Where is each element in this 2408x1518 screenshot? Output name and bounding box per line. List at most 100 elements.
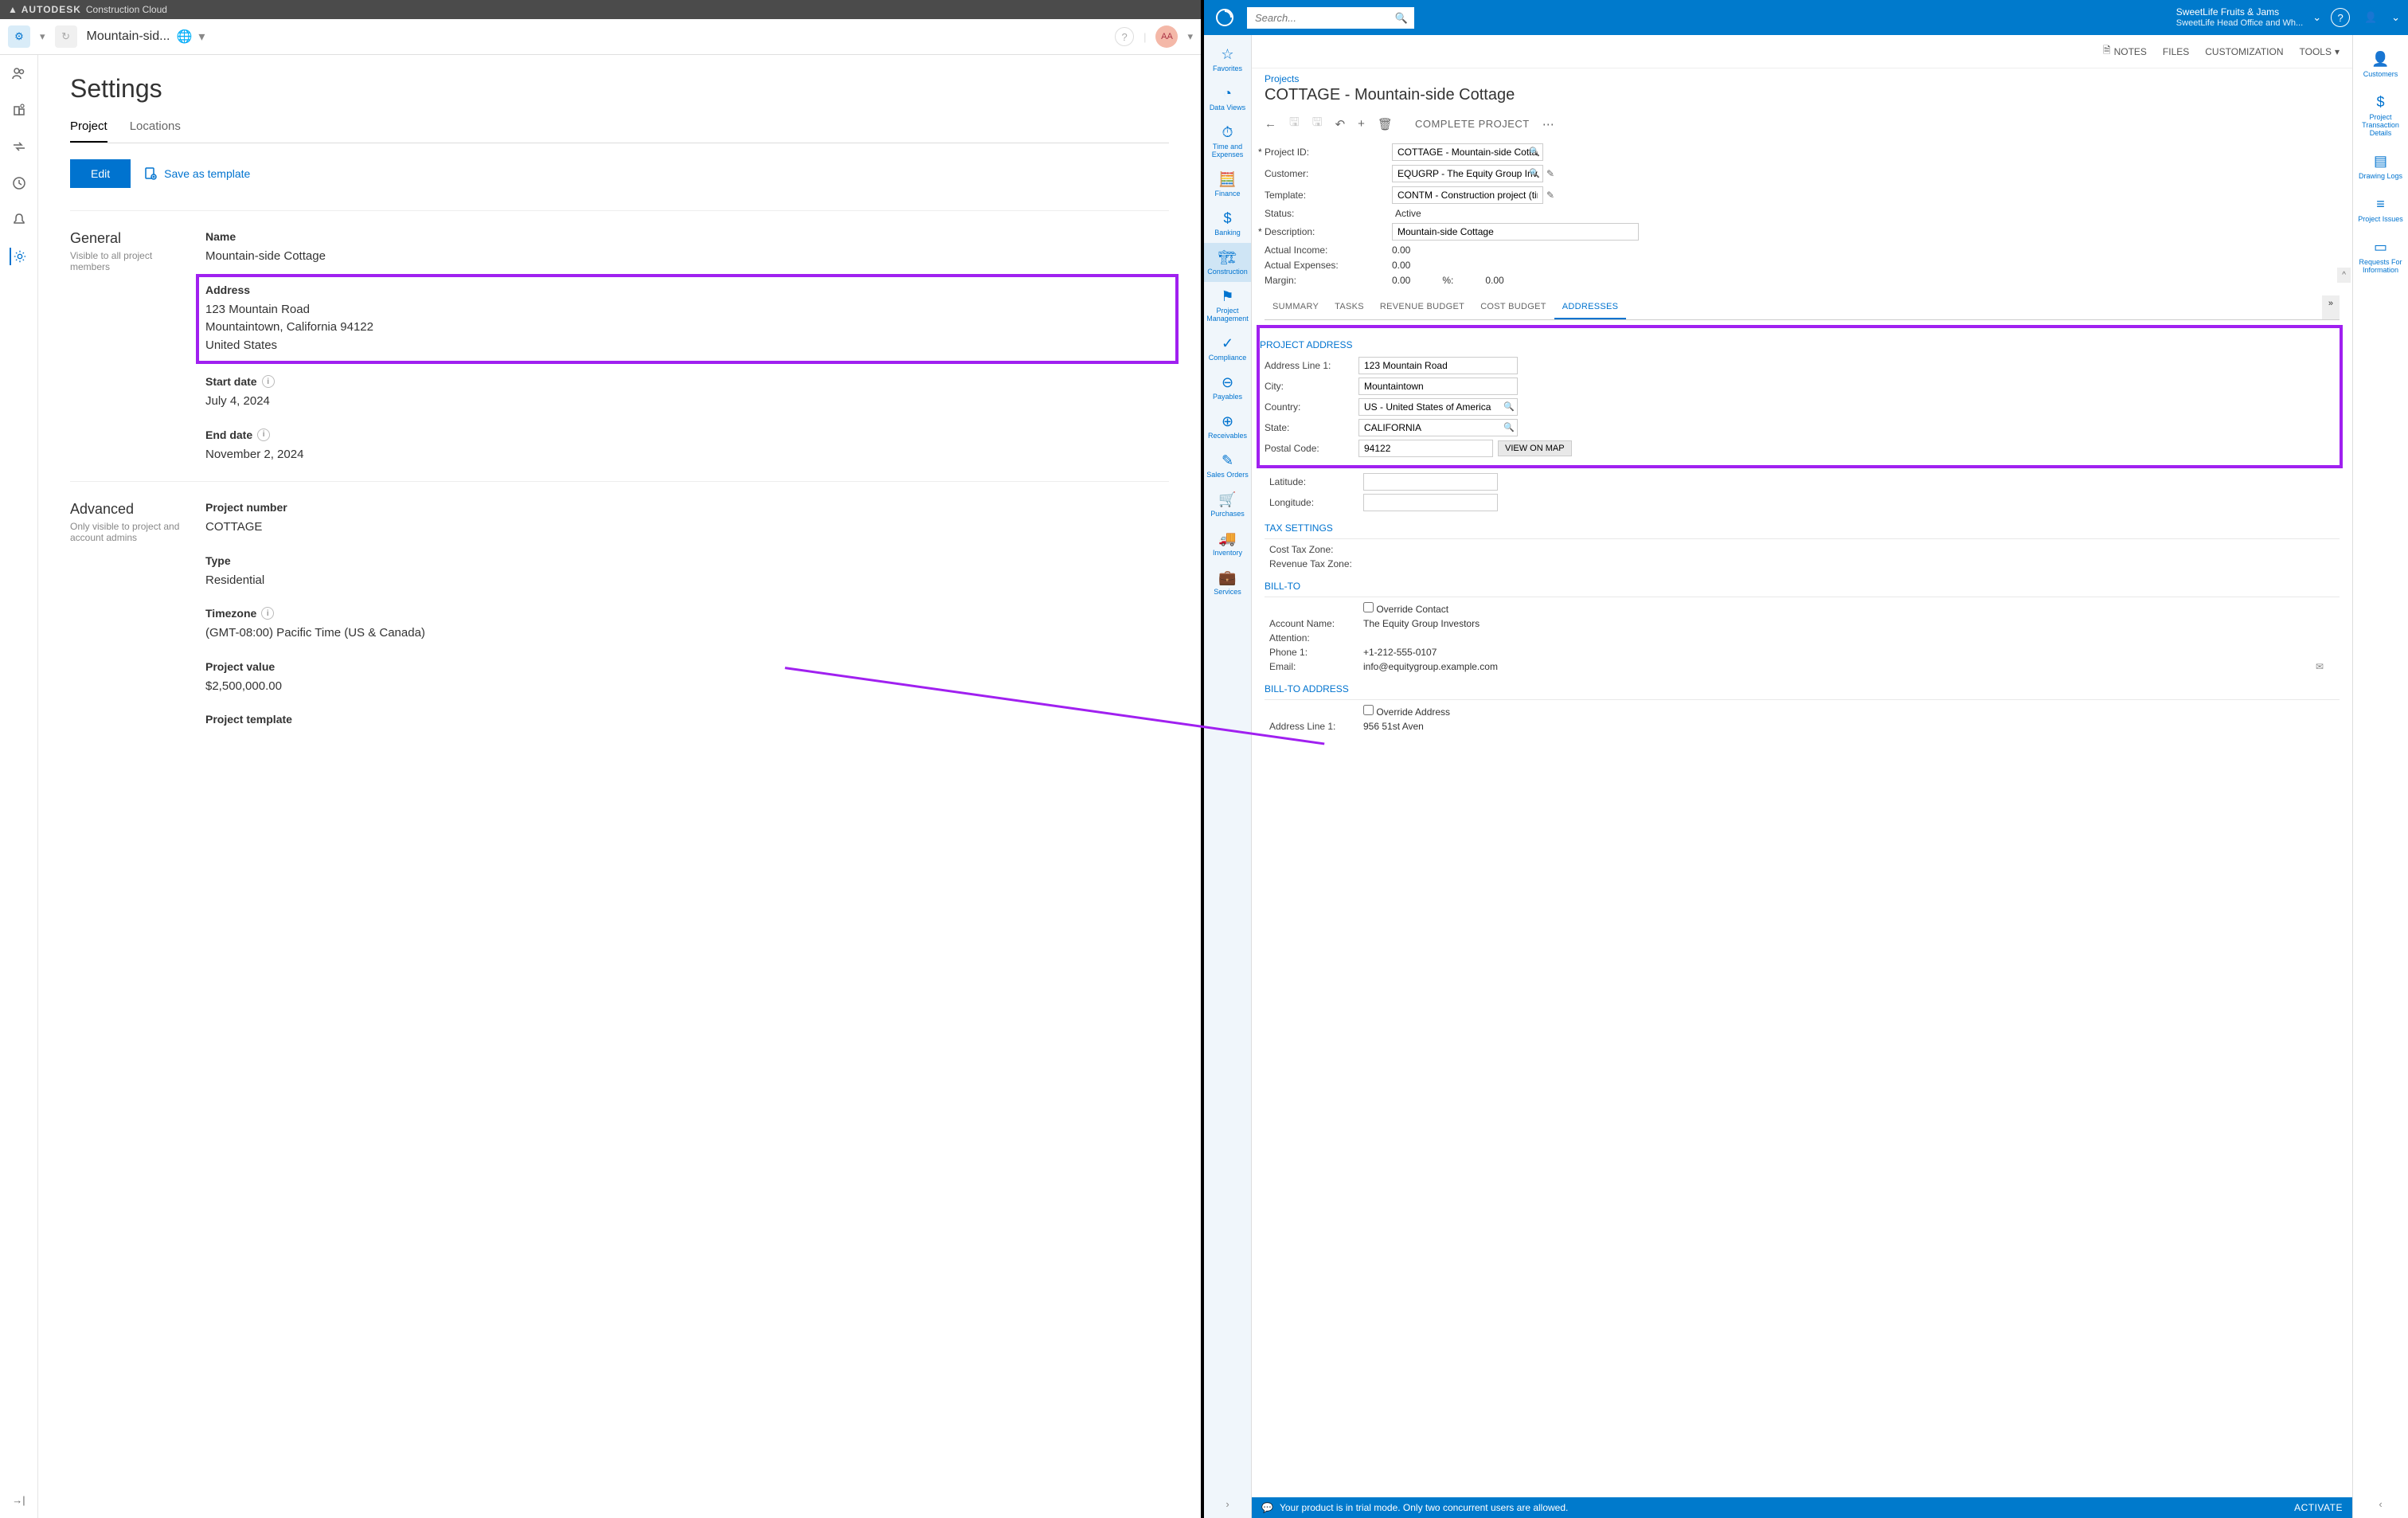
user-icon[interactable]: 👤 — [2359, 6, 2382, 29]
lookup-icon[interactable]: 🔍 — [1503, 401, 1515, 412]
nav-construction[interactable]: 🏗Construction — [1204, 243, 1251, 282]
tabs-overflow-icon[interactable]: » — [2322, 295, 2340, 319]
email-value: info@equitygroup.example.com — [1363, 661, 1498, 672]
tab-tasks[interactable]: TASKS — [1327, 295, 1372, 319]
edit-pencil-icon[interactable]: ✎ — [1546, 190, 1554, 201]
globe-icon[interactable]: 🌐 — [176, 29, 192, 45]
state-input[interactable] — [1358, 419, 1518, 436]
nav-receivables[interactable]: ⊕Receivables — [1204, 407, 1251, 446]
description-input[interactable] — [1392, 223, 1639, 241]
sidepanel-project-transaction-details[interactable]: $Project Transaction Details — [2353, 86, 2408, 145]
help-icon[interactable]: ? — [2331, 8, 2350, 27]
search-box[interactable]: 🔍 — [1247, 7, 1414, 29]
sidepanel-drawing-logs[interactable]: ▤Drawing Logs — [2353, 145, 2408, 188]
customization-button[interactable]: CUSTOMIZATION — [2205, 43, 2283, 60]
sidepanel-customers[interactable]: 👤Customers — [2353, 43, 2408, 86]
user-dropdown-caret[interactable]: ▾ — [1187, 30, 1193, 43]
lookup-icon[interactable]: 🔍 — [1529, 147, 1540, 157]
sidepanel-requests-for-information[interactable]: ▭Requests For Information — [2353, 231, 2408, 282]
nav-payables[interactable]: ⊖Payables — [1204, 368, 1251, 407]
edit-button[interactable]: Edit — [70, 159, 131, 188]
sync-icon[interactable]: ↻ — [55, 25, 77, 48]
nav-sales-orders[interactable]: ✎Sales Orders — [1204, 446, 1251, 485]
addr-line1-input[interactable] — [1358, 357, 1518, 374]
settings-gear-button[interactable]: ⚙ — [8, 25, 30, 48]
user-avatar[interactable]: AA — [1155, 25, 1178, 48]
info-icon[interactable]: i — [257, 428, 270, 441]
city-input[interactable] — [1358, 378, 1518, 395]
mail-icon[interactable]: ✉ — [2316, 661, 2324, 672]
help-icon[interactable]: ? — [1115, 27, 1134, 46]
sidepanel-collapse-icon[interactable]: ‹ — [2371, 1490, 2390, 1518]
sidebar-expand-icon[interactable]: →| — [10, 1491, 28, 1508]
nav-collapse-icon[interactable]: › — [1218, 1490, 1237, 1518]
nav-services[interactable]: 💼Services — [1204, 563, 1251, 602]
sidebar-members-icon[interactable] — [10, 65, 28, 82]
sidebar-companies-icon[interactable] — [10, 101, 28, 119]
info-icon[interactable]: i — [262, 375, 275, 388]
files-button[interactable]: FILES — [2163, 43, 2189, 60]
tab-summary[interactable]: SUMMARY — [1265, 295, 1327, 319]
billto-line1-label: Address Line 1: — [1265, 721, 1363, 732]
template-input[interactable] — [1392, 186, 1543, 204]
lookup-icon[interactable]: 🔍 — [1503, 422, 1515, 432]
search-icon[interactable]: 🔍 — [1395, 12, 1408, 25]
gear-dropdown-caret[interactable]: ▾ — [40, 30, 45, 43]
back-icon[interactable]: ← — [1265, 117, 1276, 131]
latitude-input[interactable] — [1363, 473, 1498, 491]
acumatica-logo-icon[interactable] — [1212, 5, 1237, 30]
info-icon[interactable]: i — [261, 607, 274, 620]
save-as-template-link[interactable]: Save as template — [143, 166, 250, 181]
nav-data-views[interactable]: ◔Data Views — [1204, 79, 1251, 118]
save-close-icon[interactable]: 🖫 — [1312, 114, 1323, 134]
longitude-label: Longitude: — [1265, 497, 1363, 508]
company-dropdown-caret[interactable]: ⌄ — [2312, 11, 2321, 24]
sidepanel-project-issues[interactable]: ≡Project Issues — [2353, 188, 2408, 231]
nav-project-management[interactable]: ⚑Project Management — [1204, 282, 1251, 329]
name-value: Mountain-side Cottage — [205, 248, 1169, 266]
user-dropdown-caret[interactable]: ⌄ — [2391, 11, 2400, 24]
nav-purchases[interactable]: 🛒Purchases — [1204, 485, 1251, 524]
more-actions-icon[interactable]: ⋯ — [1542, 117, 1554, 131]
nav-inventory[interactable]: 🚚Inventory — [1204, 524, 1251, 563]
postal-input[interactable] — [1358, 440, 1493, 457]
project-id-input[interactable] — [1392, 143, 1543, 161]
tab-project[interactable]: Project — [70, 119, 108, 143]
breadcrumb[interactable]: Projects — [1252, 68, 2352, 84]
longitude-input[interactable] — [1363, 494, 1498, 511]
activate-link[interactable]: ACTIVATE — [2294, 1502, 2343, 1513]
save-icon[interactable]: 🖫 — [1289, 114, 1300, 134]
nav-banking[interactable]: $Banking — [1204, 204, 1251, 243]
customer-input[interactable] — [1392, 165, 1543, 182]
address-line3: United States — [205, 337, 1169, 355]
project-dropdown-caret[interactable]: ▾ — [198, 29, 205, 45]
company-selector[interactable]: SweetLife Fruits & Jams SweetLife Head O… — [2176, 6, 2303, 29]
complete-project-button[interactable]: COMPLETE PROJECT — [1415, 118, 1530, 130]
delete-icon[interactable]: 🗑 — [1378, 117, 1393, 131]
search-input[interactable] — [1247, 7, 1414, 29]
sidebar-notifications-icon[interactable] — [10, 211, 28, 229]
tab-addresses[interactable]: ADDRESSES — [1554, 295, 1627, 319]
override-address-checkbox[interactable]: Override Address — [1363, 705, 1450, 718]
country-input[interactable] — [1358, 398, 1518, 416]
nav-compliance[interactable]: ✓Compliance — [1204, 329, 1251, 368]
nav-favorites[interactable]: ☆Favorites — [1204, 40, 1251, 79]
type-label: Type — [205, 554, 1169, 567]
sidebar-activity-icon[interactable] — [10, 174, 28, 192]
sidebar-bridge-icon[interactable] — [10, 138, 28, 155]
undo-icon[interactable]: ↶ — [1335, 117, 1346, 131]
add-icon[interactable]: + — [1358, 117, 1365, 131]
nav-finance[interactable]: 🧮Finance — [1204, 165, 1251, 204]
notes-button[interactable]: 🗎NOTES — [2103, 43, 2147, 60]
tab-locations[interactable]: Locations — [130, 119, 181, 143]
tools-button[interactable]: TOOLS ▾ — [2300, 43, 2340, 60]
sidebar-settings-icon[interactable] — [10, 248, 27, 265]
edit-pencil-icon[interactable]: ✎ — [1546, 168, 1554, 179]
override-contact-checkbox[interactable]: Override Contact — [1363, 602, 1448, 615]
view-on-map-button[interactable]: VIEW ON MAP — [1498, 440, 1572, 456]
tab-cost-budget[interactable]: COST BUDGET — [1472, 295, 1554, 319]
collapse-summary-icon[interactable]: ^ — [2337, 268, 2351, 283]
tab-revenue-budget[interactable]: REVENUE BUDGET — [1372, 295, 1472, 319]
nav-time-and-expenses[interactable]: ⏱Time and Expenses — [1204, 118, 1251, 165]
lookup-icon[interactable]: 🔍 — [1529, 168, 1540, 178]
